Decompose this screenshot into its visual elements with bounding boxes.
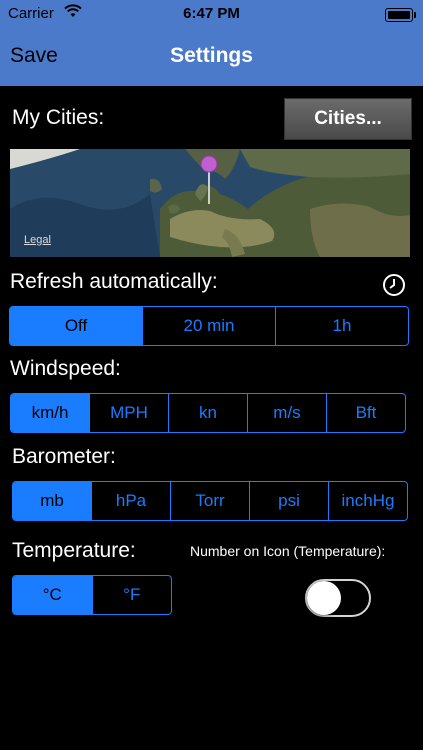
windspeed-option-kmh[interactable]: km/h (11, 394, 89, 432)
page-title: Settings (170, 44, 253, 67)
cities-map[interactable]: Legal (10, 149, 410, 257)
map-image (10, 149, 410, 257)
toggle-knob (307, 581, 341, 615)
refresh-interval-control: Off 20 min 1h (9, 306, 409, 346)
barometer-label: Barometer: (12, 445, 116, 468)
barometer-option-mb[interactable]: mb (13, 482, 91, 520)
refresh-option-1h[interactable]: 1h (275, 307, 408, 345)
refresh-option-20min[interactable]: 20 min (142, 307, 275, 345)
windspeed-option-kn[interactable]: kn (168, 394, 247, 432)
windspeed-label: Windspeed: (10, 357, 121, 380)
barometer-option-torr[interactable]: Torr (170, 482, 249, 520)
clock-time: 6:47 PM (183, 5, 240, 22)
clock-icon (382, 273, 406, 302)
map-legal-link[interactable]: Legal (24, 234, 51, 246)
barometer-option-psi[interactable]: psi (249, 482, 328, 520)
windspeed-option-mph[interactable]: MPH (89, 394, 168, 432)
temperature-label: Temperature: (12, 539, 136, 562)
refresh-option-off[interactable]: Off (10, 307, 142, 345)
my-cities-label: My Cities: (12, 106, 105, 129)
windspeed-option-ms[interactable]: m/s (247, 394, 326, 432)
barometer-option-inchhg[interactable]: inchHg (328, 482, 407, 520)
navigation-bar: Save Settings (0, 28, 423, 86)
windspeed-option-bft[interactable]: Bft (326, 394, 405, 432)
icon-number-toggle[interactable] (305, 579, 371, 617)
barometer-unit-control: mb hPa Torr psi inchHg (12, 481, 408, 521)
status-bar: Carrier 6:47 PM (0, 0, 423, 28)
temperature-option-celsius[interactable]: °C (13, 576, 92, 614)
temperature-unit-control: °C °F (12, 575, 172, 615)
windspeed-unit-control: km/h MPH kn m/s Bft (10, 393, 406, 433)
barometer-option-hpa[interactable]: hPa (91, 482, 170, 520)
battery-icon (385, 8, 416, 22)
cities-button[interactable]: Cities... (284, 98, 412, 140)
refresh-label: Refresh automatically: (10, 270, 218, 293)
icon-number-label: Number on Icon (Temperature): (190, 543, 386, 559)
temperature-option-fahrenheit[interactable]: °F (91, 576, 172, 614)
